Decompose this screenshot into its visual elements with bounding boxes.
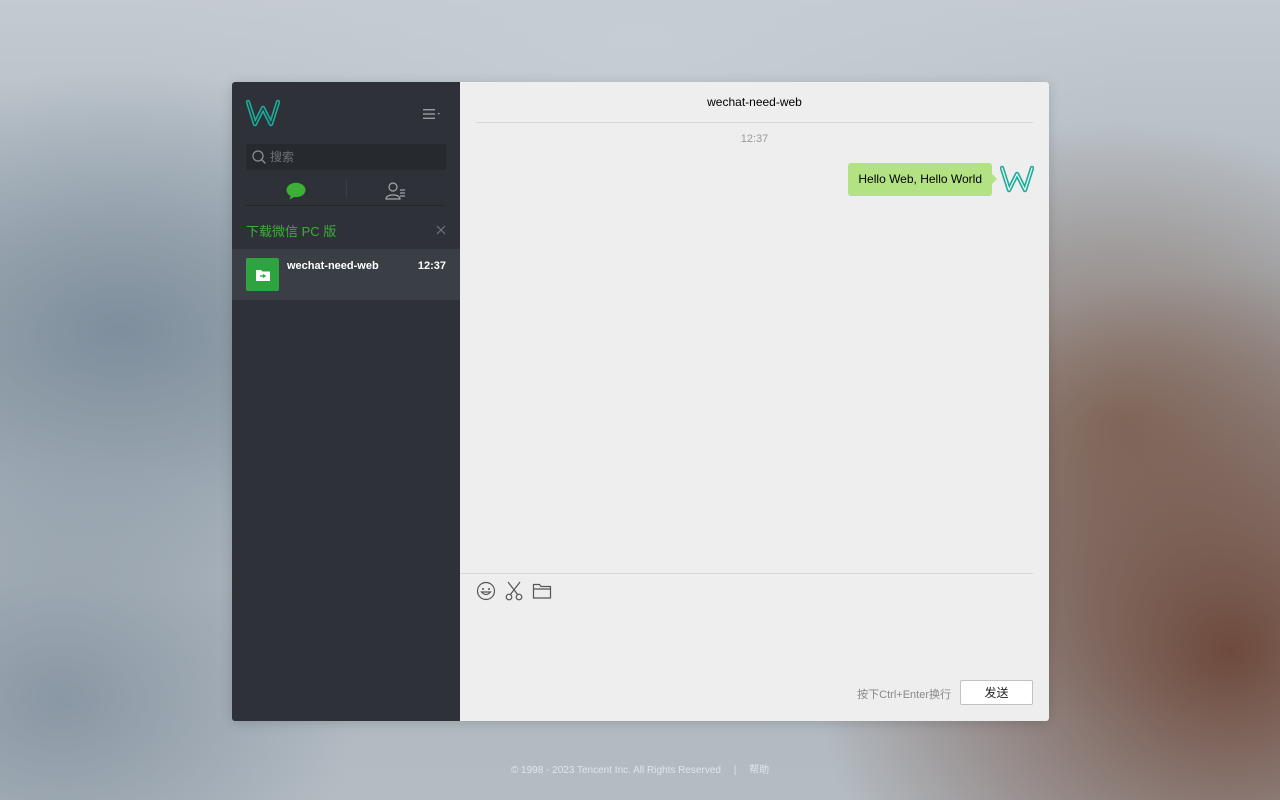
footer: © 1998 - 2023 Tencent Inc. All Rights Re… — [0, 761, 1280, 776]
menu-icon[interactable] — [423, 108, 443, 120]
help-link[interactable]: 帮助 — [749, 765, 769, 776]
chat-list-item-time: 12:37 — [417, 260, 446, 272]
message-timestamp: 12:37 — [740, 133, 769, 145]
avatar — [246, 258, 279, 291]
search-box[interactable] — [246, 144, 446, 170]
sidebar-tabs — [246, 176, 446, 206]
send-file-button[interactable] — [532, 581, 552, 601]
composer-divider — [460, 573, 1033, 574]
folder-transfer-icon — [255, 269, 270, 281]
file-folder-icon — [532, 583, 552, 599]
contacts-icon — [385, 181, 405, 200]
screenshot-button[interactable] — [504, 581, 524, 601]
message-input[interactable] — [476, 607, 1033, 672]
message-row: Hello Web, Hello World — [848, 163, 1034, 196]
search-icon — [252, 150, 266, 164]
download-pc-banner: 下载微信 PC 版 — [232, 212, 460, 248]
chat-bubble-icon — [286, 182, 306, 199]
wechat-window: 下载微信 PC 版 wechat-need-web 12:37 wechat-n… — [232, 82, 1049, 721]
chat-list-item[interactable]: wechat-need-web 12:37 — [232, 249, 460, 300]
chat-title[interactable]: wechat-need-web — [707, 95, 802, 109]
footer-separator: | — [733, 765, 737, 776]
composer-toolbar — [476, 581, 552, 601]
send-hint: 按下Ctrl+Enter换行 — [857, 689, 951, 701]
self-avatar-icon[interactable] — [1000, 164, 1034, 194]
wechat-w-logo-icon — [246, 99, 280, 127]
chat-list-item-name: wechat-need-web — [287, 260, 379, 272]
screenshot-scissors-icon — [505, 581, 523, 601]
tab-contacts[interactable] — [346, 176, 446, 205]
chat-header: wechat-need-web — [476, 82, 1033, 123]
sidebar: 下载微信 PC 版 wechat-need-web 12:37 — [232, 82, 460, 721]
download-pc-link[interactable]: 下载微信 PC 版 — [246, 221, 336, 240]
tab-chats[interactable] — [246, 176, 346, 205]
close-icon[interactable] — [436, 225, 446, 235]
message-bubble[interactable]: Hello Web, Hello World — [848, 163, 997, 196]
search-input[interactable] — [270, 150, 440, 164]
chat-panel: wechat-need-web 12:37 Hello Web, Hello W… — [460, 82, 1049, 721]
emoji-icon — [476, 581, 496, 601]
copyright-text: © 1998 - 2023 Tencent Inc. All Rights Re… — [510, 765, 721, 776]
emoji-button[interactable] — [476, 581, 496, 601]
send-button[interactable]: 发送 — [960, 680, 1033, 705]
